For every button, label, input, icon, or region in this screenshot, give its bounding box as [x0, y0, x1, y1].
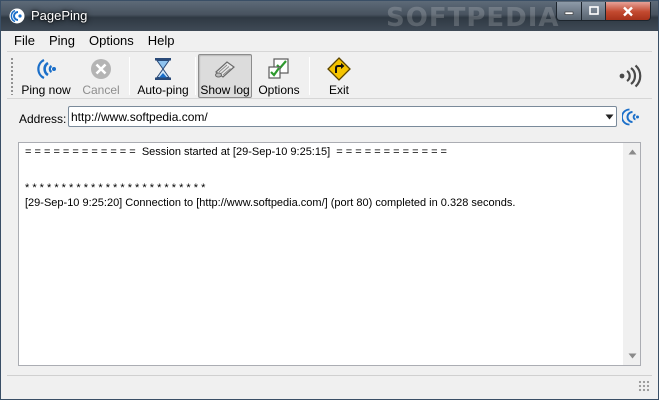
- menu-ping[interactable]: Ping: [42, 31, 82, 51]
- exit-button[interactable]: Exit: [319, 55, 359, 97]
- cancel-label: Cancel: [82, 83, 120, 97]
- log-line: [29-Sep-10 9:25:20] Connection to [http:…: [25, 197, 516, 209]
- title-bar[interactable]: PagePing SOFTPEDIA: [1, 1, 658, 33]
- toolbar: Ping now Cancel Auto-ping Show log Optio…: [7, 51, 652, 99]
- address-label: Address:: [19, 112, 67, 126]
- cancel-button[interactable]: Cancel: [79, 55, 123, 97]
- auto-ping-button[interactable]: Auto-ping: [135, 55, 191, 97]
- options-checklist-icon: [268, 58, 289, 79]
- log-line: = = = = = = = = = = = = Session started …: [25, 146, 447, 158]
- toolbar-separator: [309, 57, 310, 95]
- address-input[interactable]: [71, 108, 591, 125]
- exit-sign-icon: [327, 57, 351, 81]
- minimize-button[interactable]: [556, 2, 582, 21]
- menu-options[interactable]: Options: [82, 31, 141, 51]
- options-button[interactable]: Options: [255, 55, 303, 97]
- scroll-down-icon[interactable]: [628, 353, 637, 359]
- app-logo-icon: [9, 8, 25, 24]
- options-label: Options: [258, 83, 300, 97]
- show-log-button[interactable]: Show log: [198, 54, 252, 98]
- chevron-down-icon[interactable]: [605, 113, 614, 121]
- signal-strength-icon: [619, 64, 642, 88]
- ping-address-icon[interactable]: [622, 108, 640, 126]
- ping-wave-icon: [37, 59, 56, 79]
- ping-now-button[interactable]: Ping now: [19, 55, 73, 97]
- scroll-up-icon[interactable]: [628, 149, 637, 155]
- menu-bar: File Ping Options Help: [7, 31, 652, 51]
- menu-help[interactable]: Help: [141, 31, 182, 51]
- ping-now-label: Ping now: [21, 83, 71, 97]
- close-icon: [623, 6, 633, 16]
- app-window: PagePing SOFTPEDIA File Ping Options Hel…: [0, 0, 659, 400]
- toolbar-separator: [129, 57, 130, 95]
- watermark-text: SOFTPEDIA: [386, 3, 560, 33]
- maximize-icon: [588, 6, 599, 15]
- vertical-scrollbar[interactable]: [623, 143, 640, 365]
- window-title: PagePing: [31, 8, 88, 23]
- log-line: * * * * * * * * * * * * * * * * * * * * …: [25, 182, 206, 194]
- auto-ping-label: Auto-ping: [137, 83, 189, 97]
- log-output[interactable]: = = = = = = = = = = = = Session started …: [18, 142, 641, 366]
- address-combobox[interactable]: [68, 106, 617, 127]
- toolbar-grip[interactable]: [10, 57, 14, 95]
- menu-file[interactable]: File: [7, 31, 42, 51]
- status-bar: [7, 375, 652, 394]
- log-document-icon: [215, 61, 235, 78]
- minimize-icon: [564, 11, 574, 15]
- show-log-label: Show log: [200, 83, 250, 97]
- close-button[interactable]: [605, 2, 651, 21]
- maximize-button[interactable]: [581, 2, 606, 21]
- cancel-x-icon: [91, 59, 111, 79]
- toolbar-separator: [195, 57, 196, 95]
- hourglass-icon: [155, 58, 171, 80]
- exit-label: Exit: [328, 83, 349, 97]
- resize-grip[interactable]: [638, 380, 650, 392]
